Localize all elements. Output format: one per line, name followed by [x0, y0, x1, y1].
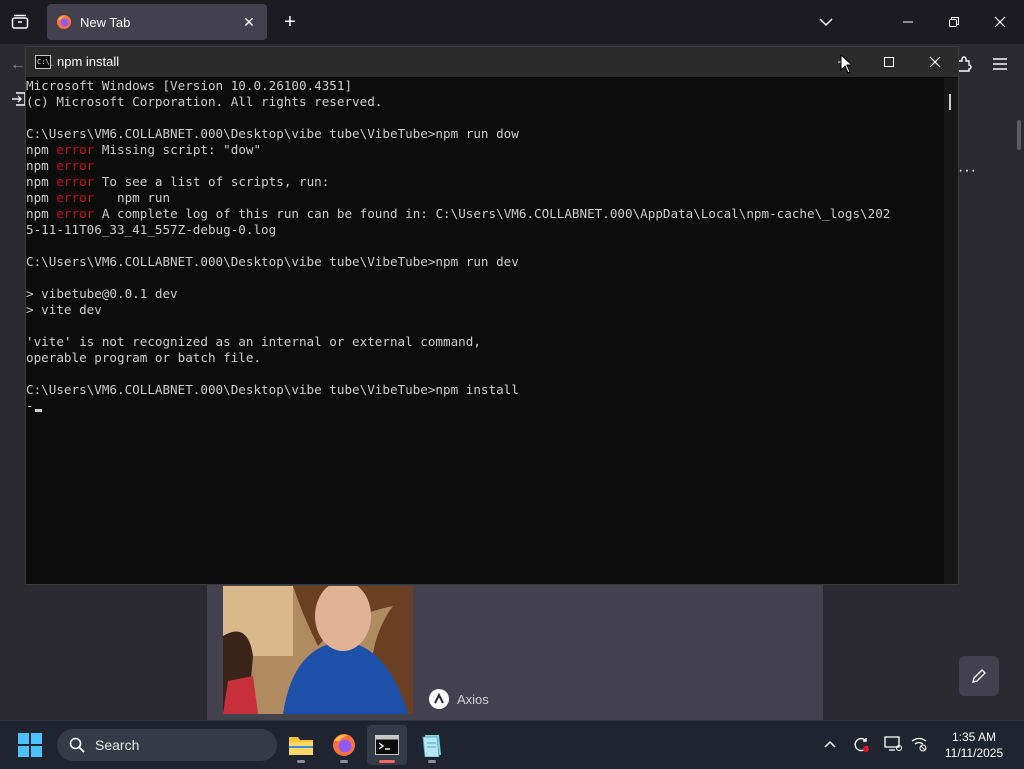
console-line: 5-11-11T06_33_41_557Z-debug-0.log — [26, 222, 276, 238]
console-line: C:\Users\VM6.COLLABNET.000\Desktop\vibe … — [26, 382, 519, 398]
console-text: operable program or batch file. — [26, 350, 262, 365]
error-label: error — [56, 142, 95, 157]
console-line: npm error A complete log of this run can… — [26, 206, 890, 222]
hamburger-menu-icon[interactable] — [990, 54, 1010, 74]
search-label: Search — [95, 737, 140, 753]
story-image[interactable] — [223, 586, 413, 714]
close-tab-icon[interactable]: ✕ — [239, 12, 259, 32]
console-text: npm — [26, 206, 57, 221]
console-line: npm error npm run — [26, 190, 170, 206]
console-line: 'vite' is not recognized as an internal … — [26, 334, 481, 350]
tab-title: New Tab — [80, 14, 131, 30]
console-line: npm error — [26, 158, 94, 174]
cmd-title-bar[interactable]: C:\_ npm install — [26, 47, 958, 77]
console-text: - — [26, 398, 34, 413]
console-text: C:\Users\VM6.COLLABNET.000\Desktop\vibe … — [26, 382, 519, 397]
display-icon[interactable] — [883, 733, 903, 755]
cmd-scroll-thumb[interactable] — [949, 94, 951, 110]
taskbar-search-box[interactable]: Search — [57, 729, 277, 761]
clock-date: 11/11/2025 — [944, 746, 1004, 760]
windows-taskbar: Search 1:35 AM 11/11/2025 — [0, 720, 1024, 769]
console-text: 5-11-11T06_33_41_557Z-debug-0.log — [26, 222, 277, 237]
sync-status-icon[interactable] — [851, 733, 871, 755]
console-text: > vibetube@0.0.1 dev — [26, 286, 178, 301]
console-text: > vite dev — [26, 302, 102, 317]
console-text: C:\Users\VM6.COLLABNET.000\Desktop\vibe … — [26, 254, 519, 269]
back-arrow-icon[interactable]: ← — [10, 56, 26, 74]
console-text: 'vite' is not recognized as an internal … — [26, 334, 481, 349]
console-line: > vibetube@0.0.1 dev — [26, 286, 178, 302]
network-disconnected-icon[interactable] — [909, 733, 929, 755]
console-text: (c) Microsoft Corporation. All rights re… — [26, 94, 383, 109]
console-text: C:\Users\VM6.COLLABNET.000\Desktop\vibe … — [26, 126, 519, 141]
file-explorer-icon[interactable] — [281, 725, 321, 765]
tab-new-tab[interactable]: New Tab ✕ — [47, 4, 267, 40]
axios-logo-icon — [429, 689, 449, 709]
command-prompt-taskbar-icon[interactable] — [367, 725, 407, 765]
more-options-icon[interactable]: ··· — [958, 162, 977, 180]
command-prompt-window[interactable]: C:\_ npm install Microsoft Windows [Vers… — [25, 46, 959, 585]
firefox-taskbar-icon[interactable] — [324, 725, 364, 765]
error-label: error — [56, 190, 95, 205]
console-line: C:\Users\VM6.COLLABNET.000\Desktop\vibe … — [26, 254, 519, 270]
console-text: npm — [26, 158, 57, 173]
console-text: Missing script: "dow" — [94, 142, 262, 157]
clock-time: 1:35 AM — [951, 730, 997, 744]
firefox-tab-bar: New Tab ✕ + — [0, 0, 1024, 44]
chevron-up-icon[interactable] — [820, 733, 840, 755]
console-text: npm — [26, 142, 57, 157]
console-text: Microsoft Windows [Version 10.0.26100.43… — [26, 78, 353, 93]
console-line: - — [26, 398, 34, 414]
windows-start-icon[interactable] — [18, 733, 42, 757]
story-source[interactable]: Axios — [429, 689, 489, 709]
cmd-scrollbar[interactable] — [944, 78, 958, 584]
error-label: error — [56, 206, 95, 221]
notepad-taskbar-icon[interactable] — [412, 725, 452, 765]
console-line: Microsoft Windows [Version 10.0.26100.43… — [26, 78, 352, 94]
mouse-pointer-icon — [840, 54, 852, 74]
chevron-down-icon[interactable] — [814, 10, 838, 34]
console-text: npm — [26, 174, 57, 189]
minimize-window-icon[interactable] — [893, 8, 923, 36]
cmd-console-output[interactable]: Microsoft Windows [Version 10.0.26100.43… — [26, 78, 944, 584]
restore-window-icon[interactable] — [939, 8, 969, 36]
console-text: To see a list of scripts, run: — [94, 174, 330, 189]
list-all-tabs-button[interactable] — [8, 10, 32, 34]
console-text: npm — [26, 190, 57, 205]
error-label: error — [56, 174, 95, 189]
console-text: A complete log of this run can be found … — [94, 206, 891, 221]
cmd-maximize-icon[interactable] — [866, 47, 912, 77]
console-line: operable program or batch file. — [26, 350, 261, 366]
tab-list-icon — [11, 14, 29, 29]
console-text: npm run — [94, 190, 171, 205]
firefox-icon — [57, 15, 71, 29]
cmd-window-title: npm install — [57, 54, 120, 69]
console-line: C:\Users\VM6.COLLABNET.000\Desktop\vibe … — [26, 126, 519, 142]
cmd-close-icon[interactable] — [912, 47, 958, 77]
close-window-icon[interactable] — [985, 8, 1015, 36]
new-tab-button[interactable]: + — [279, 11, 301, 33]
console-line: npm error Missing script: "dow" — [26, 142, 261, 158]
text-cursor — [35, 409, 42, 412]
console-line: (c) Microsoft Corporation. All rights re… — [26, 94, 382, 110]
page-scrollbar[interactable] — [1017, 120, 1021, 150]
console-line: > vite dev — [26, 302, 102, 318]
console-line: npm error To see a list of scripts, run: — [26, 174, 329, 190]
error-label: error — [56, 158, 95, 173]
cmd-app-icon: C:\_ — [35, 55, 54, 69]
story-source-label: Axios — [457, 691, 489, 707]
edit-pencil-icon[interactable] — [959, 656, 999, 696]
system-clock[interactable]: 1:35 AM 11/11/2025 — [936, 729, 1012, 761]
search-icon — [69, 737, 85, 753]
